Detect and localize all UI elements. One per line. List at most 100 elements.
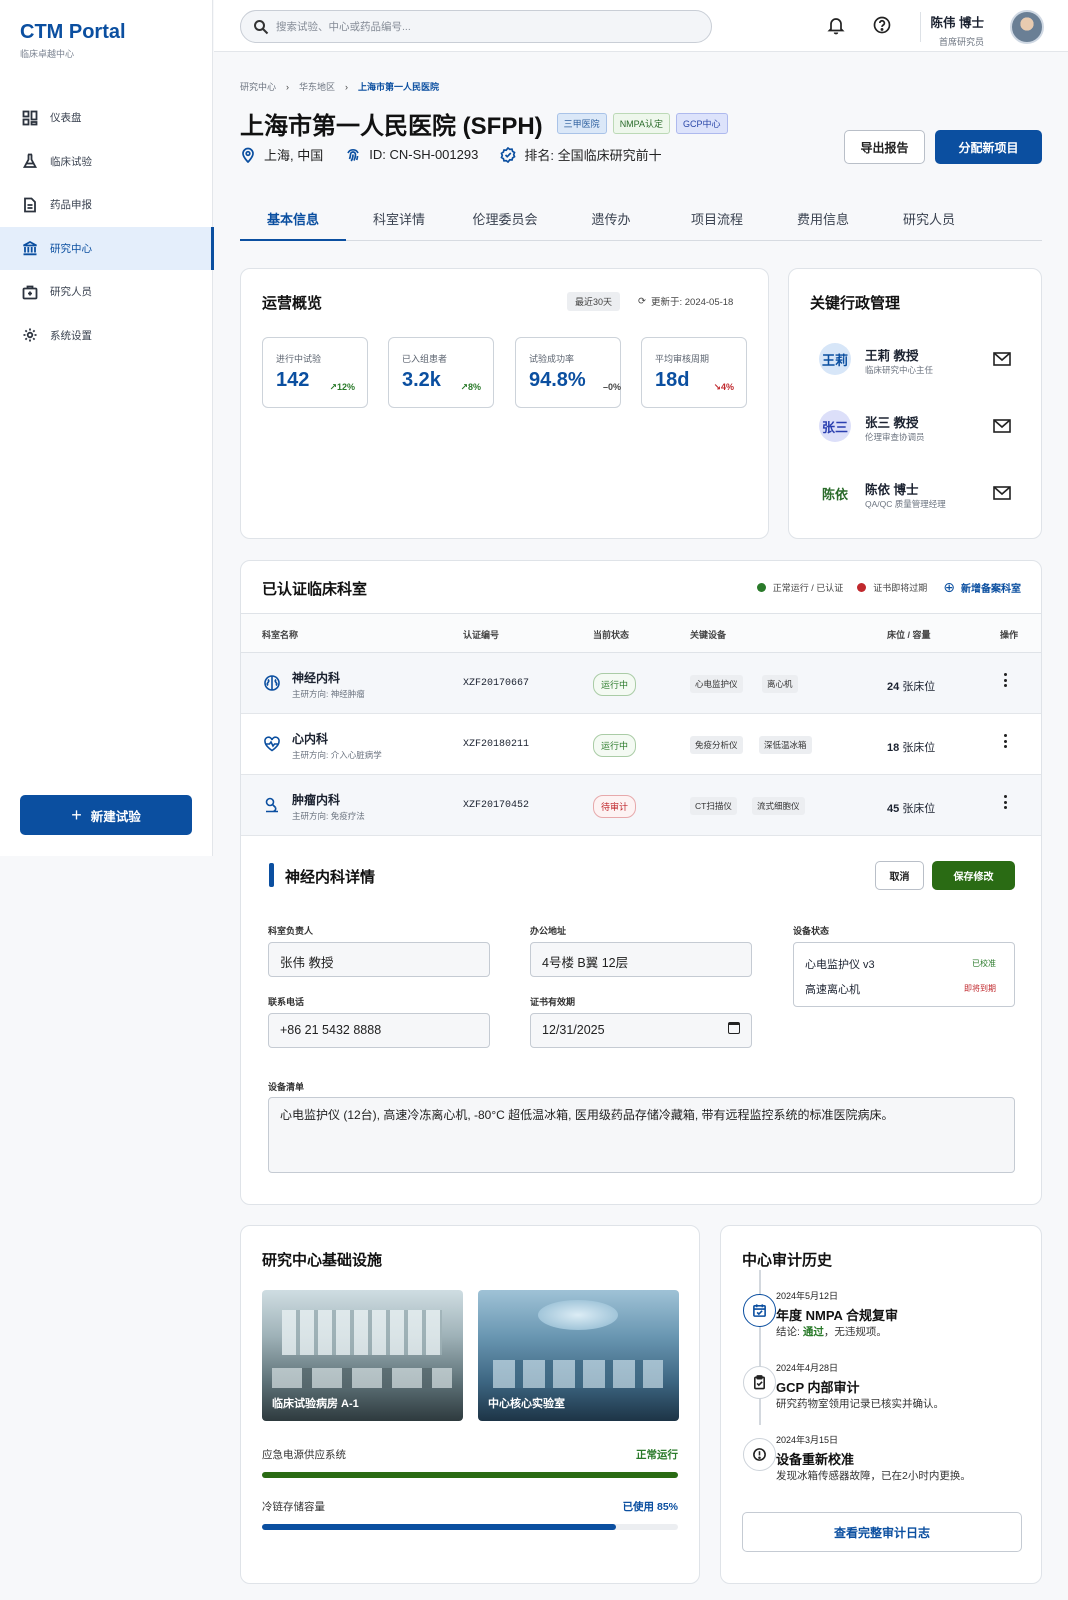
meta-id: ID: CN-SH-001293 [345, 145, 478, 164]
user-name: 陈伟 博士 [930, 16, 984, 30]
view-audit-log-button[interactable]: 查看完整审计日志 [742, 1512, 1022, 1552]
tab-genetic-office[interactable]: 遗传办 [558, 196, 664, 241]
chevron-right-icon: › [286, 81, 290, 92]
updated-text: 更新于: 2024-05-18 [650, 297, 734, 308]
breadcrumb-item[interactable]: 研究中心 [240, 80, 276, 93]
sidebar-nav: 仪表盘 临床试验 药品申报 研究中心 研究人员 系统设置 [0, 96, 214, 358]
more-vertical-icon[interactable] [1004, 795, 1008, 811]
sidebar-item-investigators[interactable]: 研究人员 [0, 270, 213, 314]
departments-card: 已认证临床科室 正常运行 / 已认证 证书即将过期 ⊕ 新增备案科室 科室名称 … [240, 560, 1042, 1205]
avatar[interactable] [1010, 10, 1044, 44]
mail-icon[interactable] [993, 419, 1011, 433]
breadcrumb: 研究中心 › 华东地区 › 上海市第一人民医院 [240, 80, 439, 93]
cold-chain-status: 已使用 85% [622, 1501, 678, 1513]
microscope-icon [263, 796, 281, 814]
tab-bar: 基本信息 科室详情 伦理委员会 遗传办 项目流程 费用信息 研究人员 [240, 196, 1042, 241]
sidebar-item-trials[interactable]: 临床试验 [0, 140, 213, 184]
section-accent [269, 863, 274, 887]
topbar: 搜索试验、中心或药品编号... 陈伟 博士 首席研究员 [214, 0, 1068, 52]
equipment-list-textarea[interactable]: 心电监护仪 (12台), 高速冷冻离心机, -80°C 超低温冰箱, 医用级药品… [268, 1097, 1015, 1173]
assign-project-button[interactable]: 分配新项目 [935, 130, 1042, 164]
legend-dot-warn [857, 583, 867, 592]
card-title: 研究中心基础设施 [262, 1252, 383, 1269]
export-report-button[interactable]: 导出报告 [844, 130, 925, 164]
lab-photo[interactable]: 中心核心实验室 [478, 1290, 679, 1421]
ward-photo[interactable]: 临床试验病房 A-1 [262, 1290, 463, 1421]
help-icon[interactable] [872, 15, 892, 35]
phone-input[interactable]: +86 21 5432 8888 [268, 1013, 490, 1048]
document-icon [24, 197, 36, 213]
more-vertical-icon[interactable] [1004, 734, 1008, 750]
equipment-shape [493, 1360, 663, 1388]
sidebar-item-sites[interactable]: 研究中心 [0, 226, 214, 270]
bell-icon[interactable] [826, 15, 846, 35]
add-circle-icon[interactable]: ⊕ [943, 579, 955, 596]
admin-person[interactable]: 张三 张三 教授 伦理审查协调员 [819, 406, 1019, 446]
mail-icon[interactable] [993, 352, 1011, 366]
window-shape [282, 1310, 442, 1355]
lamp-shape [538, 1300, 618, 1330]
tab-investigators[interactable]: 研究人员 [876, 196, 982, 241]
power-progress-bar [262, 1472, 678, 1478]
sidebar-item-dashboard[interactable]: 仪表盘 [0, 96, 213, 140]
mail-icon[interactable] [993, 486, 1011, 500]
save-button[interactable]: 保存修改 [932, 861, 1015, 890]
field-label: 办公地址 [530, 926, 567, 936]
table-row[interactable]: 神经内科 主研方向: 神经肿瘤 XZF20170667 运行中 心电监护仪 离心… [241, 653, 1041, 714]
table-row[interactable]: 肿瘤内科 主研方向: 免疫疗法 XZF20170452 待审计 CT扫描仪 流式… [241, 775, 1041, 836]
chevron-right-icon: › [345, 81, 349, 92]
admin-person[interactable]: 王莉 王莉 教授 临床研究中心主任 [819, 339, 1019, 379]
person-name: 陈依 博士 [865, 483, 919, 497]
department-head-input[interactable]: 张伟 教授 [268, 942, 490, 977]
medical-bag-icon [22, 285, 38, 300]
audit-description: 研究药物室领用记录已核实并确认。 [776, 1398, 944, 1410]
gear-icon [23, 328, 37, 342]
range-badge[interactable]: 最近30天 [567, 292, 621, 311]
audit-description: 结论: 通过，无违规项。 [776, 1326, 887, 1338]
tab-department-details[interactable]: 科室详情 [346, 196, 452, 241]
photo-caption: 中心核心实验室 [488, 1398, 565, 1410]
calendar-icon[interactable] [728, 1022, 740, 1034]
sidebar-item-settings[interactable]: 系统设置 [0, 314, 213, 358]
avatar: 张三 [819, 410, 851, 442]
sidebar-item-submissions[interactable]: 药品申报 [0, 183, 213, 227]
equipment-name: 高速离心机 [805, 984, 860, 996]
field-label: 联系电话 [268, 997, 305, 1007]
meta-location: 上海, 中国 [240, 145, 323, 164]
user-role: 首席研究员 [938, 37, 984, 47]
office-address-input[interactable]: 4号楼 B翼 12层 [530, 942, 752, 977]
cert-expiry-date-input[interactable]: 12/31/2025 [530, 1013, 752, 1048]
table-row[interactable]: 心内科 主研方向: 介入心脏病学 XZF20180211 运行中 免疫分析仪 深… [241, 714, 1041, 775]
meta-rank: 排名: 全国临床研究前十 [500, 145, 662, 164]
cancel-button[interactable]: 取消 [875, 861, 924, 890]
card-title: 中心审计历史 [742, 1252, 833, 1269]
trend-up-icon: ↗ [460, 382, 468, 392]
department-focus: 主研方向: 神经肿瘤 [292, 689, 365, 699]
tab-fees[interactable]: 费用信息 [770, 196, 876, 241]
search-input[interactable]: 搜索试验、中心或药品编号... [240, 10, 712, 43]
date-value: 12/31/2025 [542, 1023, 605, 1037]
more-vertical-icon[interactable] [1004, 673, 1008, 689]
department-name: 心内科 [292, 732, 329, 746]
audit-description: 发现冰箱传感器故障，已在2小时内更换。 [776, 1470, 971, 1482]
brand-title: CTM Portal [20, 21, 126, 43]
user-info[interactable]: 陈伟 博士 首席研究员 [931, 12, 984, 48]
audit-date: 2024年5月12日 [776, 1291, 839, 1301]
column-header: 操作 [1000, 630, 1019, 640]
page-title: 上海市第一人民医院 (SFPH) [240, 113, 543, 140]
tab-ethics-committee[interactable]: 伦理委员会 [452, 196, 558, 241]
legend-dot-ok [756, 583, 766, 592]
new-trial-button[interactable]: + 新建试验 [20, 795, 192, 835]
table-header: 科室名称 认证编号 当前状态 关键设备 床位 / 容量 操作 [241, 613, 1041, 653]
cert-code: XZF20180211 [463, 739, 530, 750]
kpi-delta: ↗8% [460, 382, 481, 392]
alert-icon [743, 1438, 776, 1471]
admin-person[interactable]: 陈依 陈依 博士 QA/QC 质量管理经理 [819, 473, 1019, 513]
tab-basic-info[interactable]: 基本信息 [240, 196, 346, 241]
column-header: 科室名称 [262, 630, 299, 640]
breadcrumb-item[interactable]: 华东地区 [299, 80, 335, 93]
tab-project-workflow[interactable]: 项目流程 [664, 196, 770, 241]
brain-icon [263, 674, 281, 692]
department-focus: 主研方向: 介入心脏病学 [292, 750, 382, 760]
add-department-button[interactable]: 新增备案科室 [961, 580, 1021, 595]
